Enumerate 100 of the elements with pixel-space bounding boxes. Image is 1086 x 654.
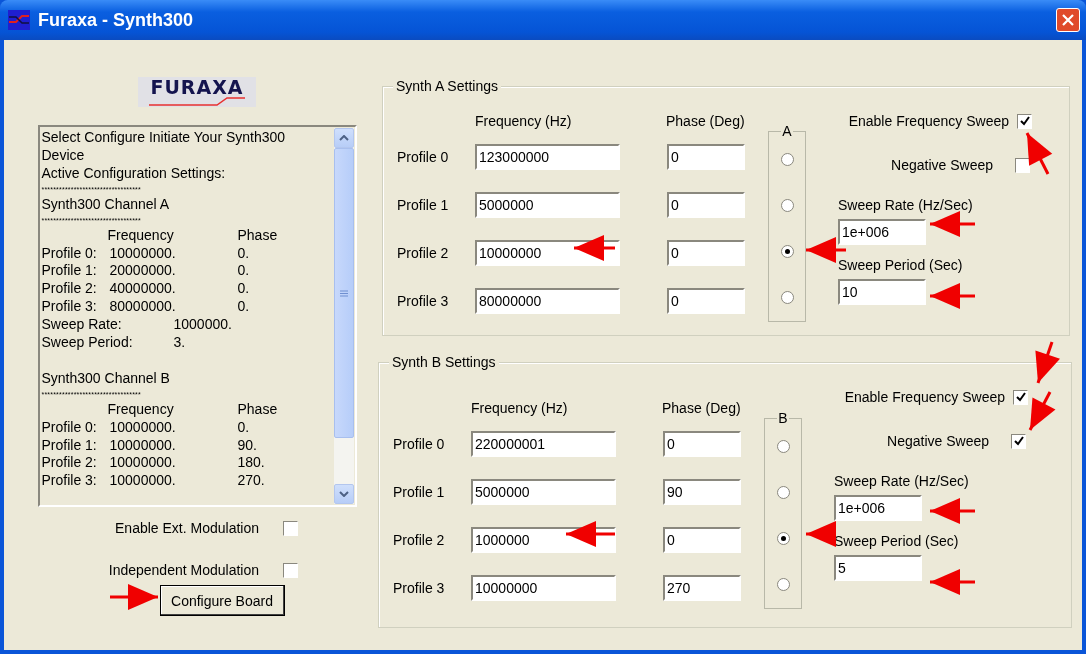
log-text: 0. (237, 418, 251, 437)
checkbox-label: Enable Frequency Sweep (844, 389, 1005, 405)
phase-field[interactable]: 0 (667, 288, 745, 314)
column-header: Phase (Deg) (662, 400, 741, 416)
app-icon (8, 10, 30, 30)
checkbox[interactable] (283, 520, 298, 536)
annotation-arrow (1025, 132, 1053, 175)
annotation-arrow (574, 235, 615, 261)
checkbox-label: Negative Sweep (887, 433, 989, 449)
sweep-rate-field[interactable]: 1e+006 (834, 495, 922, 521)
radio-button[interactable] (776, 578, 790, 592)
annotation-arrow (930, 569, 975, 595)
log-line: Device (41, 146, 86, 165)
annotation-arrow (1028, 391, 1056, 431)
field-label: Sweep Rate (Hz/Sec) (834, 473, 969, 489)
log-text: Profile 2: (41, 454, 98, 473)
log-text: Frequency (107, 226, 175, 245)
field-label: Sweep Period (Sec) (834, 533, 959, 549)
log-line: Active Configuration Settings: (41, 164, 227, 183)
scroll-thumb[interactable] (333, 148, 354, 438)
checkbox-label: Negative Sweep (891, 157, 993, 173)
checkbox-label: Enable Frequency Sweep (848, 113, 1009, 129)
log-line: Synth300 Channel B (41, 369, 171, 388)
group-title: Synth A Settings (393, 78, 501, 94)
frequency-field[interactable]: 123000000 (475, 144, 620, 170)
chevron-down-icon (338, 491, 349, 497)
log-text: 90. (237, 436, 258, 455)
configure-board-button[interactable]: Configure Board (159, 585, 285, 616)
profile-label: Profile 3 (397, 293, 450, 309)
sweep-period-field[interactable]: 10 (838, 279, 926, 305)
log-text: Profile 1: (41, 436, 98, 455)
phase-field[interactable]: 90 (663, 479, 741, 505)
field-label: Sweep Rate (Hz/Sec) (838, 197, 973, 213)
radio-button[interactable] (776, 439, 790, 453)
log-text: Profile 3: (41, 472, 98, 491)
annotation-arrow (1035, 341, 1060, 384)
annotation-arrow (566, 521, 615, 547)
phase-field[interactable]: 0 (667, 192, 745, 218)
radio-group-label: B (777, 410, 789, 426)
option-label: Enable Ext. Modulation (115, 520, 259, 536)
checkbox[interactable] (1011, 433, 1026, 449)
scroll-down-button[interactable] (333, 484, 354, 504)
frequency-field[interactable]: 220000001 (471, 431, 616, 457)
log-text: Frequency (107, 400, 175, 419)
phase-field[interactable]: 270 (663, 575, 741, 601)
radio-button[interactable] (776, 485, 790, 499)
log-text: Sweep Rate: (41, 316, 123, 335)
checkbox[interactable] (1017, 113, 1032, 129)
sweep-period-field[interactable]: 5 (834, 555, 922, 581)
log-text: 10000000. (109, 418, 177, 437)
radio-button[interactable] (776, 532, 790, 546)
log-text: 80000000. (109, 298, 177, 317)
radio-button[interactable] (780, 245, 794, 259)
log-text: Profile 2: (41, 280, 98, 299)
log-text: Profile 0: (41, 418, 98, 437)
column-header: Phase (Deg) (666, 113, 745, 129)
frequency-field[interactable]: 5000000 (471, 479, 616, 505)
checkbox[interactable] (1013, 389, 1028, 405)
log-text: 0. (237, 280, 251, 299)
profile-label: Profile 1 (393, 484, 446, 500)
frequency-field[interactable]: 5000000 (475, 192, 620, 218)
log-text: 10000000. (109, 436, 177, 455)
log-text: 1000000. (173, 316, 233, 335)
annotation-arrow (930, 211, 975, 237)
chevron-up-icon (338, 135, 349, 141)
radio-group-label: A (781, 123, 793, 139)
frequency-field[interactable]: 80000000 (475, 288, 620, 314)
phase-field[interactable]: 0 (667, 144, 745, 170)
radio-button[interactable] (780, 291, 794, 305)
radio-button[interactable] (780, 152, 794, 166)
checkbox[interactable] (1015, 157, 1030, 173)
annotation-arrow (930, 498, 975, 524)
column-header: Frequency (Hz) (475, 113, 573, 129)
scroll-up-button[interactable] (333, 128, 354, 148)
log-line: Synth300 Channel A (41, 195, 171, 214)
log-text: 10000000. (109, 244, 177, 263)
profile-label: Profile 0 (397, 149, 450, 165)
sweep-rate-field[interactable]: 1e+006 (838, 219, 926, 245)
swoosh-icon (147, 96, 247, 107)
frequency-field[interactable]: 10000000 (471, 575, 616, 601)
group-title: Synth B Settings (389, 354, 499, 370)
close-button[interactable] (1056, 8, 1080, 32)
scrollbar[interactable] (333, 128, 354, 504)
phase-field[interactable]: 0 (663, 527, 741, 553)
radio-button[interactable] (780, 198, 794, 212)
log-text: Profile 1: (41, 262, 98, 281)
phase-field[interactable]: 0 (663, 431, 741, 457)
profile-label: Profile 0 (393, 436, 446, 452)
profile-label: Profile 1 (397, 197, 450, 213)
phase-field[interactable]: 0 (667, 240, 745, 266)
log-text: 0. (237, 262, 251, 281)
window-title: Furaxa - Synth300 (38, 9, 194, 31)
log-text: 10000000. (109, 454, 177, 473)
log-text: 180. (237, 454, 266, 473)
annotation-arrow (110, 584, 158, 610)
grip-icon (339, 289, 348, 297)
option-label: Independent Modulation (108, 562, 259, 578)
profile-label: Profile 2 (397, 245, 450, 261)
log-text: Sweep Period: (41, 334, 134, 352)
checkbox[interactable] (283, 562, 298, 578)
